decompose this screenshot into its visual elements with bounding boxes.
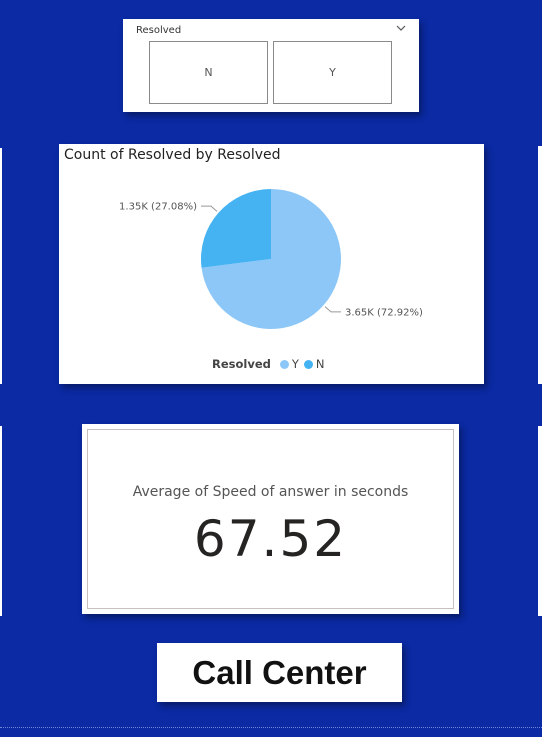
kpi-label: Average of Speed of answer in seconds	[132, 484, 409, 500]
adjacent-visual-edge-right-bottom	[538, 426, 542, 616]
pie-slice-n[interactable]	[200, 189, 271, 268]
chevron-down-icon[interactable]	[395, 22, 407, 34]
adjacent-visual-edge-left-top	[0, 148, 2, 384]
slicer-header: Resolved	[136, 25, 182, 36]
legend-item-y[interactable]: Y	[279, 357, 299, 371]
page-boundary-line	[0, 727, 542, 728]
pie-chart-card: Count of Resolved by Resolved 3.65K (72.…	[59, 144, 484, 384]
chart-legend: Resolved Y N	[212, 357, 330, 371]
leader-line	[200, 205, 218, 212]
adjacent-visual-edge-right-top	[538, 146, 542, 384]
legend-dot-icon	[303, 359, 313, 369]
legend-title: Resolved	[212, 357, 271, 371]
slicer-option-y[interactable]: Y	[273, 41, 392, 104]
slicer-option-n[interactable]: N	[149, 41, 268, 104]
legend-item-n[interactable]: N	[303, 357, 325, 371]
legend-label: N	[315, 357, 325, 371]
kpi-card-frame: Average of Speed of answer in seconds 67…	[87, 429, 454, 609]
slicer-option-label: N	[204, 66, 213, 79]
adjacent-visual-edge-left-bottom	[0, 426, 2, 616]
data-label-y: 3.65K (72.92%)	[345, 307, 423, 318]
pie-chart: 3.65K (72.92%) 1.35K (27.08%)	[119, 189, 423, 329]
resolved-slicer: Resolved N Y	[123, 19, 419, 112]
page-title: Call Center	[192, 653, 367, 691]
kpi-card: Average of Speed of answer in seconds 67…	[82, 424, 459, 614]
legend-dot-icon	[279, 359, 289, 369]
slicer-option-label: Y	[329, 66, 336, 79]
data-label-n: 1.35K (27.08%)	[119, 202, 197, 213]
legend-label: Y	[291, 357, 299, 371]
leader-line	[324, 306, 342, 313]
kpi-value: 67.52	[193, 510, 348, 568]
page-title-box: Call Center	[157, 643, 402, 702]
